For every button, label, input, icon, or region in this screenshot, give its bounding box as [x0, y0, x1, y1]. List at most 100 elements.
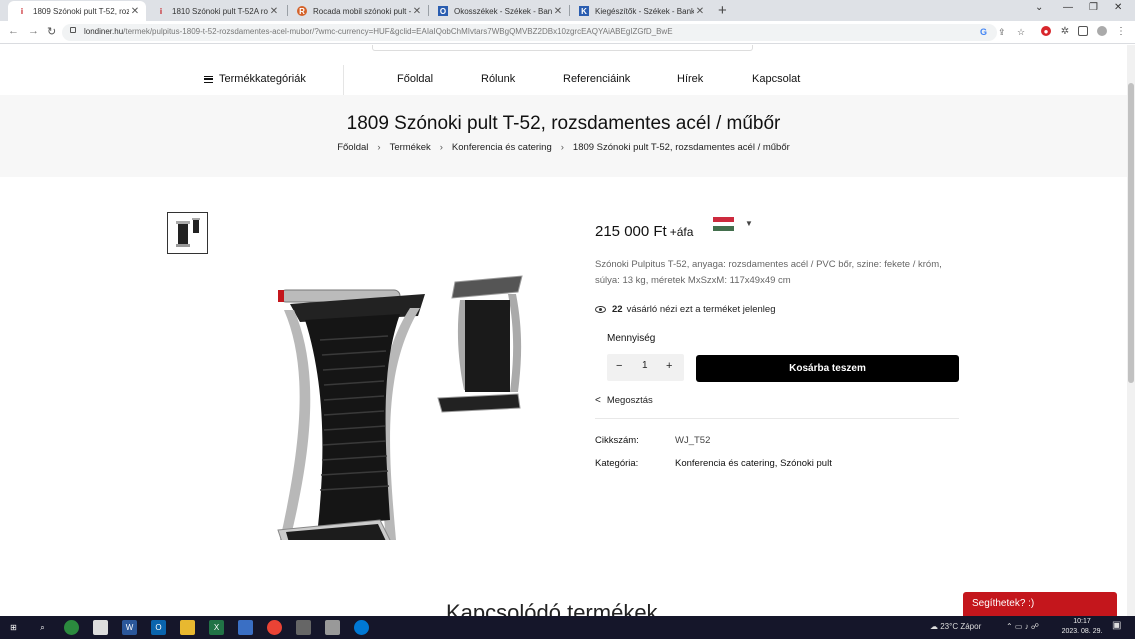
- browser-tab-strip: i 1809 Szónoki pult T-52, rozsdam ✕ i 18…: [0, 0, 1135, 21]
- bookmark-star-icon[interactable]: ☆: [1017, 27, 1025, 38]
- page-title: 1809 Szónoki pult T-52, rozsdamentes acé…: [346, 113, 781, 134]
- site-favicon-icon: i: [159, 6, 163, 16]
- nav-link-home[interactable]: Főoldal: [397, 73, 433, 85]
- url-text[interactable]: londiner.hu/termek/pulpitus-1809-t-52-ro…: [84, 27, 673, 36]
- weather-widget[interactable]: ☁ 23°C Zápor: [930, 622, 981, 631]
- chat-widget-button[interactable]: Segíthetek? :): [963, 592, 1117, 616]
- share-button[interactable]: < Megosztás: [595, 395, 653, 406]
- share-icon: <: [595, 395, 601, 406]
- adblock-extension-icon[interactable]: ●: [1041, 26, 1051, 36]
- nav-link-about[interactable]: Rólunk: [481, 73, 515, 85]
- tab-3[interactable]: O Okosszékek - Székek - Bankett, H ✕: [429, 1, 569, 21]
- product-categories-menu[interactable]: Termékkategóriák: [204, 73, 306, 85]
- breadcrumb-products[interactable]: Termékek: [390, 142, 431, 153]
- page-scrollbar[interactable]: [1127, 45, 1135, 616]
- site-favicon-icon: O: [438, 6, 448, 16]
- close-icon[interactable]: ✕: [268, 6, 280, 17]
- product-thumbnail[interactable]: [167, 212, 208, 254]
- calendar-app-icon[interactable]: [93, 620, 108, 635]
- quantity-label: Mennyiség: [607, 333, 656, 344]
- viewers-count: 22: [612, 304, 623, 315]
- close-icon[interactable]: ✕: [694, 6, 706, 17]
- tab-title: Kiegészítők - Székek - Bankett, H: [595, 6, 694, 16]
- windows-taskbar: ⊞ ⌕ W O X ☁ 23°C Zápor ⌃ ▭ ♪ ☍ 10:17 202…: [0, 616, 1135, 639]
- app-icon[interactable]: [325, 620, 340, 635]
- currency-dropdown-caret-icon[interactable]: ▼: [745, 219, 753, 228]
- nav-link-references[interactable]: Referenciáink: [563, 73, 630, 85]
- word-icon[interactable]: W: [122, 620, 137, 635]
- product-description: Szónoki Pulpitus T-52, anyaga: rozsdamen…: [595, 259, 942, 286]
- more-menu-icon[interactable]: ⋮: [1116, 26, 1126, 37]
- app-icon[interactable]: [238, 620, 253, 635]
- tray-icons[interactable]: ⌃ ▭ ♪ ☍: [1006, 622, 1039, 631]
- product-main-image[interactable]: [260, 220, 545, 540]
- scrollbar-thumb[interactable]: [1128, 83, 1134, 383]
- categories-label: Termékkategóriák: [219, 73, 306, 85]
- eye-icon: [595, 306, 606, 313]
- web-page: Termékkategóriák Főoldal Rólunk Referenc…: [0, 45, 1127, 616]
- chrome-profile-icon[interactable]: [64, 620, 79, 635]
- divider: [595, 418, 959, 419]
- weather-text: 23°C Zápor: [940, 622, 982, 631]
- tab-search-chevron-icon[interactable]: ⌄: [1035, 2, 1043, 13]
- price-value: 215 000 Ft: [595, 223, 667, 240]
- breadcrumb-category[interactable]: Konferencia és catering: [452, 142, 552, 153]
- profile-avatar-icon[interactable]: [1097, 26, 1107, 36]
- tab-title: Okosszékek - Székek - Bankett, H: [454, 6, 552, 16]
- outlook-icon[interactable]: O: [151, 620, 166, 635]
- breadcrumb-home[interactable]: Főoldal: [337, 142, 368, 153]
- share-page-icon[interactable]: ⇪: [998, 27, 1006, 38]
- back-arrow-icon[interactable]: ←: [8, 25, 19, 37]
- related-products-heading: Kapcsolódó termékek: [446, 600, 658, 616]
- search-icon[interactable]: ⌕: [35, 620, 50, 635]
- clock[interactable]: 10:17 2023. 08. 29.: [1060, 617, 1104, 637]
- omnibox[interactable]: londiner.hu/termek/pulpitus-1809-t-52-ro…: [62, 24, 1025, 41]
- tab-4[interactable]: K Kiegészítők - Székek - Bankett, H ✕: [570, 1, 711, 21]
- tab-1[interactable]: i 1810 Szónoki pult T-52A rozsdam ✕: [147, 1, 285, 21]
- quantity-input[interactable]: 1: [642, 360, 648, 371]
- new-tab-plus-icon[interactable]: +: [718, 2, 727, 19]
- url-host: londiner.hu: [84, 27, 124, 36]
- tab-2[interactable]: R Rocada mobil szónoki pult - Mo ✕: [288, 1, 428, 21]
- close-window-icon[interactable]: ✕: [1114, 2, 1122, 13]
- hamburger-icon: [204, 75, 213, 83]
- nav-link-contact[interactable]: Kapcsolat: [752, 73, 800, 85]
- clock-time: 10:17: [1073, 618, 1091, 625]
- quantity-stepper[interactable]: − 1 +: [607, 354, 684, 381]
- windows-start-icon[interactable]: ⊞: [6, 620, 21, 635]
- file-explorer-icon[interactable]: [180, 620, 195, 635]
- restore-icon[interactable]: ❐: [1089, 2, 1098, 13]
- forward-arrow-icon[interactable]: →: [28, 25, 39, 37]
- minimize-icon[interactable]: —: [1063, 2, 1073, 13]
- google-g-icon[interactable]: G: [980, 27, 987, 37]
- excel-icon[interactable]: X: [209, 620, 224, 635]
- quantity-decrease-button[interactable]: −: [616, 360, 622, 372]
- share-label: Megosztás: [606, 395, 653, 406]
- category-links[interactable]: Konferencia és catering, Szónoki pult: [675, 458, 832, 469]
- sku-label: Cikkszám:: [595, 435, 639, 446]
- nav-link-news[interactable]: Hírek: [677, 73, 703, 85]
- reload-icon[interactable]: ↻: [47, 25, 56, 38]
- close-icon[interactable]: ✕: [129, 6, 141, 17]
- add-to-cart-button[interactable]: Kosárba teszem: [696, 355, 959, 382]
- tab-0[interactable]: i 1809 Szónoki pult T-52, rozsdam ✕: [8, 1, 146, 21]
- side-panel-icon[interactable]: [1078, 26, 1088, 36]
- lock-icon: [70, 27, 76, 33]
- close-icon[interactable]: ✕: [552, 6, 564, 17]
- chrome-icon[interactable]: [267, 620, 282, 635]
- edge-icon[interactable]: [354, 620, 369, 635]
- close-icon[interactable]: ✕: [411, 6, 423, 17]
- tab-title: 1810 Szónoki pult T-52A rozsdam: [172, 6, 268, 16]
- app-icon[interactable]: [296, 620, 311, 635]
- clock-date: 2023. 08. 29.: [1061, 628, 1103, 635]
- currency-flag-hungary-icon[interactable]: [713, 217, 734, 231]
- extensions-puzzle-icon[interactable]: ✲: [1060, 26, 1070, 37]
- main-navigation: Termékkategóriák Főoldal Rólunk Referenc…: [0, 65, 1127, 95]
- search-input[interactable]: [372, 45, 753, 51]
- site-favicon-icon: i: [20, 6, 24, 16]
- quantity-increase-button[interactable]: +: [666, 360, 672, 372]
- price-vat-suffix: +áfa: [669, 225, 694, 239]
- page-header: 1809 Szónoki pult T-52, rozsdamentes acé…: [0, 95, 1127, 177]
- live-viewers-notice: 22 vásárló nézi ezt a terméket jelenleg: [595, 304, 776, 315]
- notification-icon[interactable]: ▣: [1112, 620, 1121, 631]
